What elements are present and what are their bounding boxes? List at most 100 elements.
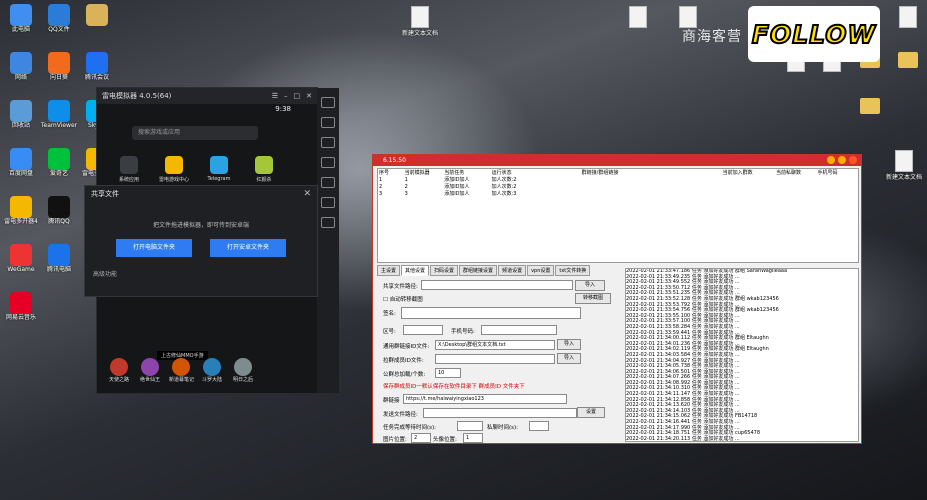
emulator-search-input[interactable]: 搜索游戏或应用 — [132, 126, 258, 140]
close-icon[interactable]: ✕ — [303, 189, 311, 199]
import-member-button[interactable]: 导入 — [557, 353, 581, 364]
emulator-game[interactable]: 天使之路 — [107, 358, 131, 383]
member-file-input[interactable] — [435, 354, 555, 364]
tool-titlebar[interactable]: 6.15.50 — [373, 155, 861, 166]
emulator-game-row: 天使之路 绝世仙王 新道幕笔记 斗罗大陆 明日之后 — [107, 358, 255, 383]
desktop-shortcut[interactable]: TeamViewer — [40, 100, 78, 129]
sidebar-button[interactable] — [321, 197, 335, 208]
table-cell — [817, 176, 859, 183]
table-cell — [681, 183, 722, 190]
column-header: 当前任务 — [444, 170, 465, 176]
log-line: 2022-02-01 21:34:20.113 任务 添加好友成功 ... — [626, 435, 740, 442]
desktop-shortcut[interactable]: 腾讯QQ — [40, 196, 78, 225]
settings-button[interactable]: 设置 — [577, 407, 605, 418]
settings-tab[interactable]: 群组链接设置 — [459, 265, 498, 276]
task-wait-label: 任务完成等待时间(s): — [383, 425, 437, 431]
desktop-file[interactable] — [888, 6, 927, 28]
send-file-input[interactable] — [423, 408, 577, 418]
advanced-features-link[interactable]: 高级功能 — [85, 269, 317, 278]
close-icon[interactable]: ✕ — [306, 92, 312, 100]
emulator-app[interactable]: 雷电游戏中心 — [156, 156, 192, 183]
private-wait-input[interactable] — [529, 421, 549, 431]
table-row[interactable]: 1 1 添加ID加人 加人次数:2 — [378, 176, 859, 184]
sidebar-button[interactable] — [321, 217, 335, 228]
emulator-game[interactable]: 斗罗大陆 — [200, 358, 224, 383]
task-wait-input[interactable] — [457, 421, 483, 431]
settings-tab[interactable]: vpn设置 — [527, 265, 555, 276]
emulator-game[interactable]: 绝世仙王 — [138, 358, 162, 383]
app-icon — [86, 4, 108, 26]
desktop-shortcut[interactable]: 网易云音乐 — [2, 292, 40, 321]
desktop-shortcut[interactable]: 腾讯电脑 — [40, 244, 78, 273]
avatar-pos-input[interactable]: 1 — [463, 433, 483, 443]
shortcut-label: 百度网盘 — [8, 170, 33, 177]
app-icon — [255, 156, 273, 174]
settings-tab[interactable]: 扫码设置 — [430, 265, 459, 276]
emulator-game[interactable]: 新道幕笔记 — [169, 358, 194, 383]
sidebar-button[interactable] — [321, 117, 335, 128]
minimize-icon[interactable] — [838, 156, 846, 164]
settings-tabs: 主设置 其他设置 扫码设置 群组链接设置 频道设置 vpn设置 txt文件转换 — [377, 265, 591, 276]
menu-icon[interactable]: ☰ — [272, 92, 278, 100]
emulator-game[interactable]: 明日之后 — [231, 358, 255, 383]
import-group-link-button[interactable]: 导入 — [557, 339, 581, 350]
settings-tab[interactable]: txt文件转换 — [555, 265, 591, 276]
desktop-file[interactable] — [668, 6, 708, 28]
sidebar-button[interactable] — [321, 177, 335, 188]
settings-tab[interactable]: 主设置 — [377, 265, 401, 276]
settings-tab[interactable]: 其他设置 — [401, 265, 430, 276]
desktop-shortcut[interactable]: 雷电多开器4 — [2, 196, 40, 225]
image-pos-input[interactable]: 2 — [411, 433, 431, 443]
desktop-shortcut[interactable] — [78, 4, 116, 26]
phone-input[interactable] — [481, 325, 557, 335]
desktop-file[interactable] — [888, 50, 927, 68]
document-icon — [411, 6, 429, 28]
activity-log[interactable]: 2022-02-01 21:33:47.186 任务 添加好友成功 群组 Sar… — [625, 268, 859, 442]
desktop-shortcut[interactable]: WeGame — [2, 244, 40, 273]
sidebar-button[interactable] — [321, 137, 335, 148]
shared-path-input[interactable] — [421, 280, 573, 290]
open-pc-folder-button[interactable]: 打开电脑文件夹 — [116, 239, 192, 257]
desktop-shortcut[interactable]: 此电脑 — [2, 4, 40, 33]
desktop-file[interactable]: 新建文本文档 — [884, 150, 924, 181]
signature-input[interactable] — [401, 307, 581, 319]
emulator-app[interactable]: Telegram — [201, 156, 237, 183]
app-icon — [10, 196, 32, 218]
import-shared-button[interactable]: 导入 — [575, 280, 605, 291]
document-icon — [895, 150, 913, 172]
table-row[interactable]: 2 2 添加ID加人 加人次数:2 — [378, 183, 858, 191]
desktop-file[interactable]: 新建文本文档 — [400, 6, 440, 37]
minimize-icon[interactable]: – — [284, 92, 288, 100]
desktop-shortcut[interactable]: QQ文件 — [40, 4, 78, 33]
group-add-limit-input[interactable]: 10 — [435, 368, 461, 378]
desktop-file[interactable] — [618, 6, 658, 28]
desktop-shortcut[interactable]: 回收站 — [2, 100, 40, 129]
desktop-shortcut[interactable]: 百度网盘 — [2, 148, 40, 177]
app-icon — [10, 244, 32, 266]
desktop-shortcut[interactable]: 向日葵 — [40, 52, 78, 81]
tool-title: 6.15.50 — [383, 157, 406, 164]
group-link-input[interactable]: https://t.me/haiwaiyingxiao123 — [403, 394, 567, 404]
close-icon[interactable] — [849, 156, 857, 164]
table-row[interactable]: 3 3 添加ID加人 加人次数:3 — [378, 190, 858, 198]
emulator-app[interactable]: 系统应用 — [111, 156, 147, 183]
forward-screenshot-button[interactable]: 转移截图 — [575, 293, 611, 304]
help-icon[interactable] — [827, 156, 835, 164]
area-code-label: 区号: — [383, 329, 396, 335]
sidebar-button[interactable] — [321, 157, 335, 168]
sidebar-button[interactable] — [321, 97, 335, 108]
open-android-folder-button[interactable]: 打开安卓文件夹 — [210, 239, 286, 257]
desktop-file[interactable] — [850, 96, 890, 114]
group-link-file-input[interactable]: X:\Desktop\群组文本文档.txt — [435, 340, 555, 350]
emulator-app[interactable]: 红颜杀 — [246, 156, 282, 183]
desktop-shortcut[interactable]: 网络 — [2, 52, 40, 81]
emulator-titlebar[interactable]: 雷电模拟器 4.0.5(64) ☰ – □ ✕ — [97, 88, 317, 104]
document-icon — [629, 6, 647, 28]
auto-forward-checkbox[interactable]: ☐ 自动转移截图 — [383, 295, 423, 303]
follow-badge: FOLLOW — [748, 6, 880, 62]
settings-tab[interactable]: 频道设置 — [498, 265, 527, 276]
maximize-icon[interactable]: □ — [294, 92, 301, 100]
area-code-input[interactable] — [403, 325, 443, 335]
desktop-shortcut[interactable]: 腾讯会议 — [78, 52, 116, 81]
desktop-shortcut[interactable]: 爱奇艺 — [40, 148, 78, 177]
